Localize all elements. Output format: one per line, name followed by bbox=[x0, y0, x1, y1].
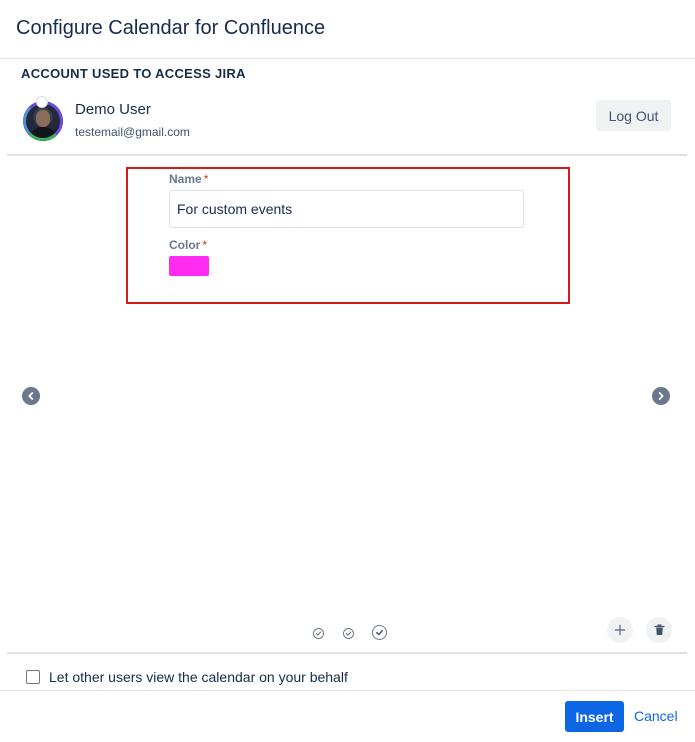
trash-icon[interactable] bbox=[646, 617, 672, 643]
logout-button[interactable]: Log Out bbox=[596, 100, 671, 131]
account-section-heading: ACCOUNT USED TO ACCESS JIRA bbox=[21, 66, 246, 81]
color-picker-swatch[interactable] bbox=[169, 256, 209, 276]
chevron-left-icon[interactable] bbox=[22, 387, 40, 405]
chevron-right-icon[interactable] bbox=[652, 387, 670, 405]
section-divider bbox=[7, 154, 687, 156]
insert-button[interactable]: Insert bbox=[565, 701, 624, 732]
name-label-text: Name bbox=[169, 172, 202, 186]
required-marker: * bbox=[202, 238, 208, 252]
plus-icon[interactable] bbox=[607, 617, 633, 643]
user-email: testemail@gmail.com bbox=[75, 125, 190, 139]
name-input[interactable] bbox=[169, 190, 524, 228]
dialog-header: Configure Calendar for Confluence bbox=[0, 0, 695, 59]
avatar-status-dot bbox=[36, 96, 48, 108]
check-circle-icon[interactable] bbox=[343, 628, 354, 639]
name-field-label: Name * bbox=[169, 172, 208, 186]
share-calendar-label: Let other users view the calendar on you… bbox=[49, 669, 348, 685]
user-name: Demo User bbox=[75, 101, 151, 118]
highlight-box bbox=[126, 167, 570, 304]
section-divider bbox=[7, 652, 687, 654]
required-marker: * bbox=[203, 172, 209, 186]
color-label-text: Color bbox=[169, 238, 201, 252]
dialog-title: Configure Calendar for Confluence bbox=[16, 17, 326, 39]
check-circle-icon[interactable] bbox=[372, 625, 387, 640]
share-calendar-checkbox[interactable] bbox=[26, 670, 40, 684]
color-field-label: Color * bbox=[169, 238, 207, 252]
check-circle-icon[interactable] bbox=[313, 628, 324, 639]
cancel-link[interactable]: Cancel bbox=[634, 708, 678, 724]
footer-divider bbox=[0, 690, 695, 691]
